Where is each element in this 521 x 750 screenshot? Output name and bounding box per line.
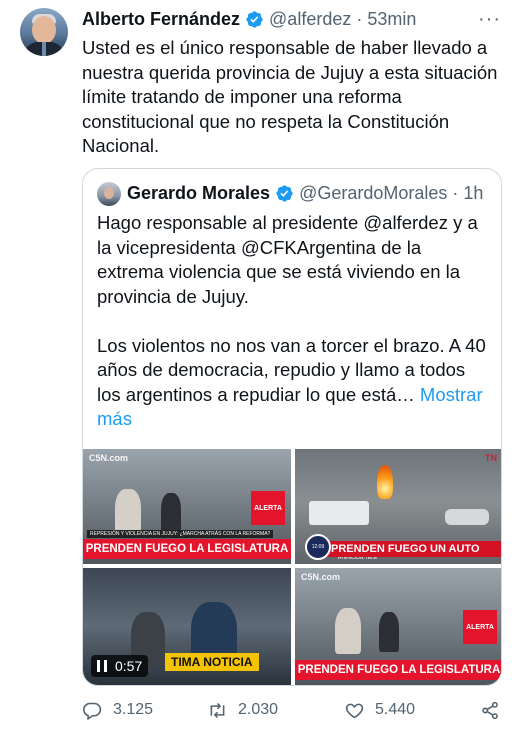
- tweet-time[interactable]: 53min: [367, 9, 416, 30]
- author-avatar[interactable]: [20, 8, 68, 56]
- like-count: 5.440: [375, 701, 416, 718]
- header-separator: ·: [356, 8, 363, 29]
- quoted-header-separator: ·: [452, 183, 459, 203]
- avatar-face: [32, 16, 56, 44]
- alert-badge: ALERTA: [463, 610, 497, 644]
- protester-figure: [161, 493, 181, 533]
- like-icon: [345, 703, 364, 718]
- more-icon[interactable]: ···: [478, 8, 501, 31]
- quoted-author-name[interactable]: Gerardo Morales: [127, 183, 270, 204]
- verified-badge-icon: [246, 10, 263, 28]
- author-handle[interactable]: @alferdez: [269, 9, 351, 30]
- author-name[interactable]: Alberto Fernández: [82, 9, 240, 30]
- retweet-count: 2.030: [238, 701, 279, 718]
- tweet-text: Usted es el único responsable de haber l…: [82, 37, 498, 156]
- pickup-truck-graphic: [309, 501, 369, 525]
- tweet-header: Alberto Fernández @alferdez · 53min: [82, 8, 416, 30]
- avatar-tie: [42, 42, 46, 56]
- fire-graphic: [377, 465, 393, 499]
- alert-badge: ALERTA: [251, 491, 285, 525]
- media-thumbnail-4[interactable]: C5N.com ALERTA PRENDEN FUEGO LA LEGISLAT…: [295, 568, 501, 685]
- quoted-author-avatar[interactable]: [97, 182, 121, 206]
- clock-badge: 12:09: [305, 534, 331, 560]
- news-banner: TIMA NOTICIA: [165, 653, 259, 671]
- protester-figure: [379, 612, 399, 652]
- quoted-avatar-face: [104, 187, 114, 199]
- retweet-button[interactable]: 2.030: [207, 696, 278, 724]
- quoted-tweet-time[interactable]: 1h: [463, 183, 483, 204]
- news-banner: PRENDEN FUEGO LA LEGISLATURA: [83, 539, 291, 559]
- media-thumbnail-1[interactable]: C5N.com ALERTA REPRESIÓN Y VIOLENCIA EN …: [83, 449, 291, 564]
- protester-figure: [335, 608, 361, 654]
- quoted-paragraph-1: Hago responsable al presidente @alferdez…: [97, 212, 478, 307]
- reply-icon: [82, 702, 102, 720]
- share-button[interactable]: [480, 696, 511, 724]
- pause-icon[interactable]: [97, 660, 107, 672]
- reply-count: 3.125: [113, 701, 154, 718]
- tweet-actions: 3.125 2.030 5.440: [82, 696, 502, 724]
- media-thumbnail-2[interactable]: TN ATENCIÓN TELE PRENDEN FUEGO UN AUTO 1…: [295, 449, 501, 564]
- share-icon: [482, 701, 498, 719]
- video-player-bar[interactable]: 0:57: [91, 655, 149, 677]
- channel-logo: C5N.com: [89, 453, 129, 463]
- protester-figure: [115, 489, 141, 535]
- like-button[interactable]: 5.440: [344, 696, 415, 724]
- media-thumbnail-3[interactable]: 0:57 TIMA NOTICIA: [83, 568, 291, 685]
- quoted-tweet[interactable]: Gerardo Morales @GerardoMorales · 1h Hag…: [82, 168, 502, 686]
- channel-logo: TN: [485, 453, 497, 463]
- quoted-tweet-text: Hago responsable al presidente @alferdez…: [97, 211, 493, 432]
- verified-badge-icon: [276, 185, 293, 202]
- news-subline: REPRESIÓN Y VIOLENCIA EN JUJUY: ¿MARCHA …: [87, 530, 274, 538]
- channel-logo: C5N.com: [301, 572, 341, 582]
- news-banner: PRENDEN FUEGO UN AUTO: [325, 541, 501, 557]
- video-timestamp: 0:57: [115, 658, 143, 674]
- news-banner: PRENDEN FUEGO LA LEGISLATURA: [295, 660, 501, 680]
- quoted-paragraph-2: Los violentos no nos van a torcer el bra…: [97, 334, 493, 432]
- quoted-author-handle[interactable]: @GerardoMorales: [299, 183, 447, 204]
- media-grid: C5N.com ALERTA REPRESIÓN Y VIOLENCIA EN …: [83, 447, 501, 685]
- quoted-tweet-header: Gerardo Morales @GerardoMorales · 1h: [127, 183, 483, 204]
- reply-button[interactable]: 3.125: [82, 696, 153, 724]
- car-graphic: [445, 509, 489, 525]
- retweet-icon: [210, 702, 225, 718]
